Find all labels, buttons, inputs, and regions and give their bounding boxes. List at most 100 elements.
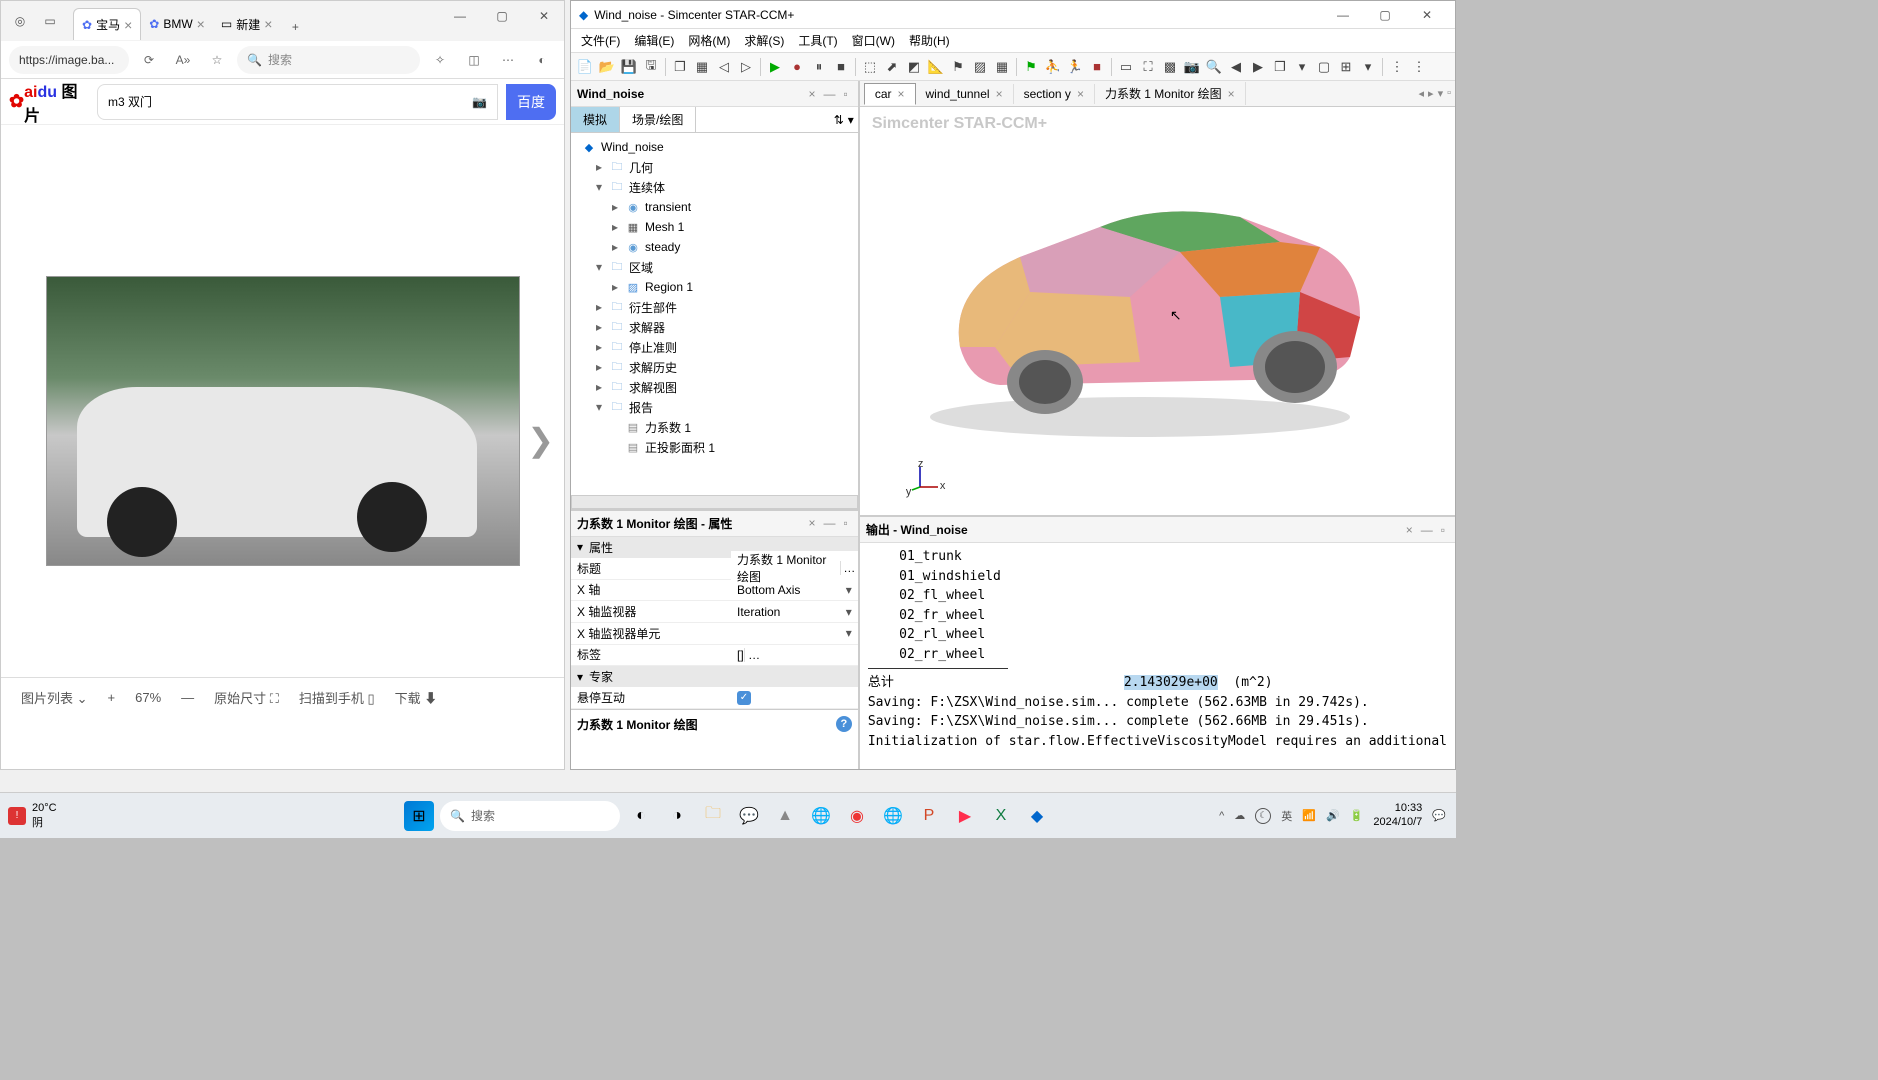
copilot-icon[interactable]: ◐ [528, 46, 556, 74]
section-expert[interactable]: ▾专家 [571, 666, 858, 687]
chevron-down-icon[interactable]: ▾ [846, 583, 852, 597]
dropdown2-icon[interactable]: ▾ [1358, 57, 1378, 77]
pause-icon[interactable]: ⏸ [809, 57, 829, 77]
person-icon[interactable]: ⛹ [1043, 57, 1063, 77]
tab-prev-icon[interactable]: ◂ [1419, 87, 1425, 100]
split-icon[interactable]: ◫ [460, 46, 488, 74]
app-icon[interactable]: ▲ [770, 801, 800, 831]
wechat-icon[interactable]: 💬 [734, 801, 764, 831]
save-all-icon[interactable]: 🖫 [641, 57, 661, 77]
maximize-button[interactable]: ▢ [1365, 3, 1405, 27]
stop-icon[interactable]: ■ [831, 57, 851, 77]
copy-icon[interactable]: ❐ [670, 57, 690, 77]
tree-steady[interactable]: ▸◉steady [573, 237, 856, 257]
window-icon[interactable]: ▭ [1116, 57, 1136, 77]
night-icon[interactable]: ☾ [1255, 808, 1271, 824]
powerpoint-icon[interactable]: P [914, 801, 944, 831]
tree-projarea[interactable]: ▤正投影面积 1 [573, 437, 856, 457]
new-tab-button[interactable]: + [282, 14, 308, 40]
tree-regions[interactable]: ▾🗀区域 [573, 257, 856, 277]
excel-icon[interactable]: X [986, 801, 1016, 831]
flag-icon[interactable]: ⚑ [948, 57, 968, 77]
tray-chevron-icon[interactable]: ^ [1219, 810, 1224, 822]
extensions-icon[interactable]: ✧ [426, 46, 454, 74]
chevron-down-icon[interactable]: ▾ [846, 626, 852, 640]
tree-region1[interactable]: ▸▨Region 1 [573, 277, 856, 297]
url-field[interactable]: https://image.ba... [9, 46, 129, 74]
start-button[interactable]: ⊞ [404, 801, 434, 831]
copilot-icon[interactable]: ◑ [662, 801, 692, 831]
dock-icon[interactable]: ▫ [1437, 523, 1449, 537]
image-list-button[interactable]: 图片列表 ⌄ [21, 688, 88, 707]
view-tab-windtunnel[interactable]: wind_tunnel× [916, 84, 1014, 104]
close-icon[interactable]: × [197, 16, 205, 32]
menu-tools[interactable]: 工具(T) [792, 30, 843, 51]
task-view-icon[interactable]: ◐ [626, 801, 656, 831]
baidu-logo[interactable]: ✿ aidu 图片 [9, 86, 89, 118]
close-icon[interactable]: × [1228, 87, 1235, 101]
original-size-button[interactable]: 原始尺寸 ⛶ [214, 688, 279, 707]
simulation-tree[interactable]: ◆Wind_noise ▸🗀几何 ▾🗀连续体 ▸◉transient ▸▦Mes… [571, 133, 858, 495]
cube-icon[interactable]: ▨ [970, 57, 990, 77]
explorer-icon[interactable]: 🗀 [698, 801, 728, 831]
refresh-icon[interactable]: ⟳ [135, 46, 163, 74]
minimize-button[interactable]: — [440, 1, 480, 31]
tabs-overview-icon[interactable]: ▭ [37, 8, 63, 34]
tab-next-icon[interactable]: ▸ [1428, 87, 1434, 100]
zoom-in-button[interactable]: + [108, 690, 116, 705]
onedrive-icon[interactable]: ☁ [1234, 809, 1245, 822]
tree-solvers[interactable]: ▸🗀求解器 [573, 317, 856, 337]
checkbox[interactable]: ✓ [737, 691, 751, 705]
close-button[interactable]: ✕ [1407, 3, 1447, 27]
tree-root[interactable]: ◆Wind_noise [573, 137, 856, 157]
stop2-icon[interactable]: ■ [1087, 57, 1107, 77]
menu-solve[interactable]: 求解(S) [738, 30, 790, 51]
close-icon[interactable]: × [805, 87, 820, 101]
new-icon[interactable]: 📄 [575, 57, 595, 77]
hatch-icon[interactable]: ▩ [1160, 57, 1180, 77]
view-tab-sectiony[interactable]: section y× [1014, 84, 1095, 104]
clock[interactable]: 10:33 2024/10/7 [1373, 802, 1422, 828]
close-icon[interactable]: × [264, 16, 272, 32]
dock-icon[interactable]: ▫ [840, 516, 852, 530]
menu-file[interactable]: 文件(F) [575, 30, 626, 51]
more-icon[interactable]: ⋯ [494, 46, 522, 74]
app2-icon[interactable]: ◉ [842, 801, 872, 831]
crop-icon[interactable]: ◩ [904, 57, 924, 77]
omnibox-search[interactable]: 🔍搜索 [237, 46, 420, 74]
chevron-down-icon[interactable]: ▾ [846, 605, 852, 619]
tab-list-icon[interactable]: ▾ [1438, 87, 1444, 100]
run2-icon[interactable]: 🏃 [1065, 57, 1085, 77]
forward-icon[interactable]: ▶ [1248, 57, 1268, 77]
more-icon[interactable]: ⋮ [1387, 57, 1407, 77]
tree-transient[interactable]: ▸◉transient [573, 197, 856, 217]
menu-help[interactable]: 帮助(H) [903, 30, 956, 51]
view-tab-car[interactable]: car× [864, 83, 916, 105]
output-text[interactable]: 01_trunk 01_windshield 02_fl_wheel 02_fr… [860, 543, 1455, 769]
tree-stopping[interactable]: ▸🗀停止准则 [573, 337, 856, 357]
camera-icon[interactable]: 📷 [472, 95, 487, 109]
3d-viewport[interactable]: Simcenter STAR-CCM+ [860, 107, 1455, 515]
grid2-icon[interactable]: ⊞ [1336, 57, 1356, 77]
flag2-icon[interactable]: ⚑ [1021, 57, 1041, 77]
close-icon[interactable]: × [996, 87, 1003, 101]
profile-icon[interactable]: ◎ [7, 8, 33, 34]
ime-icon[interactable]: 英 [1281, 808, 1292, 824]
close-icon[interactable]: × [897, 87, 904, 101]
minimize-icon[interactable]: — [820, 87, 840, 101]
favorite-icon[interactable]: ☆ [203, 46, 231, 74]
weather-widget[interactable]: ! 20°C 阴 [8, 802, 57, 830]
tree-menu-icon[interactable]: ▾ [848, 113, 854, 127]
measure-icon[interactable]: 📐 [926, 57, 946, 77]
close-icon[interactable]: × [124, 17, 132, 33]
notifications-icon[interactable]: 💬 [1432, 809, 1446, 822]
starccm-icon[interactable]: ◆ [1022, 801, 1052, 831]
more2-icon[interactable]: ⋮ [1409, 57, 1429, 77]
view-cube-icon[interactable]: ▢ [1314, 57, 1334, 77]
record-icon[interactable]: ● [787, 57, 807, 77]
layers-icon[interactable]: ❒ [1270, 57, 1290, 77]
tree-history[interactable]: ▸🗀求解历史 [573, 357, 856, 377]
prev-icon[interactable]: ◁ [714, 57, 734, 77]
scan-button[interactable]: 扫描到手机 ▯ [299, 688, 375, 707]
menu-window[interactable]: 窗口(W) [846, 30, 901, 51]
